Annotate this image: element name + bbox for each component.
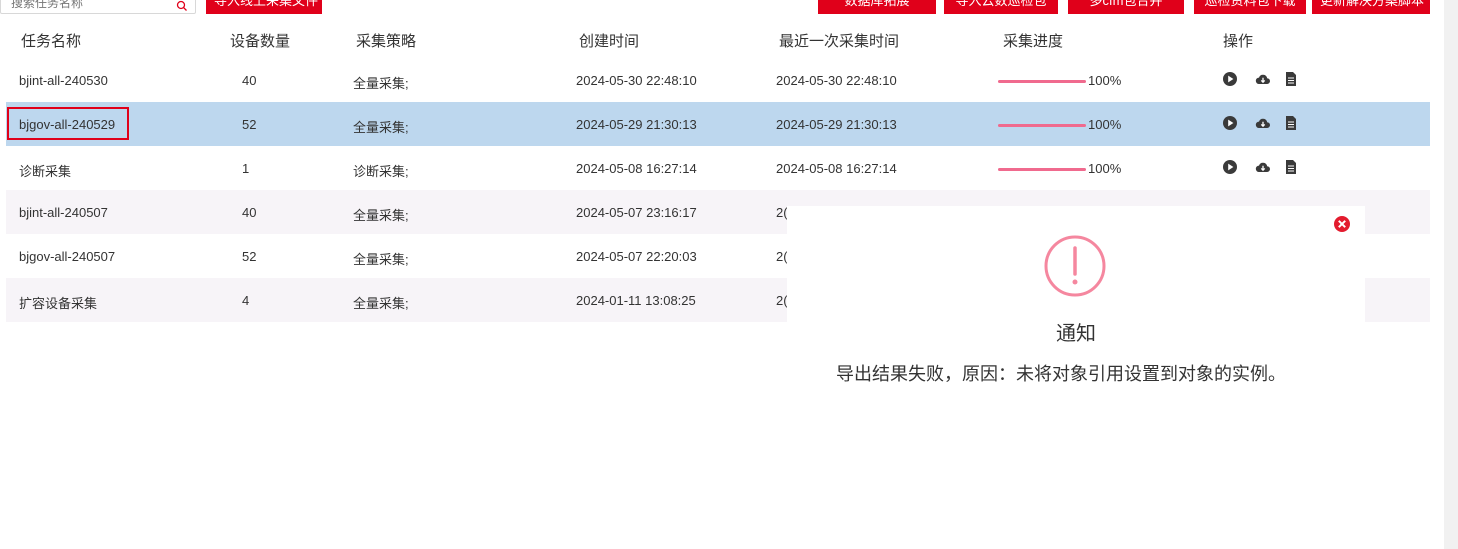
row-actions xyxy=(1222,159,1302,177)
cell-task-name: 诊断采集 xyxy=(19,164,72,179)
close-icon[interactable] xyxy=(1333,215,1351,233)
table-header: 任务名称 设备数量 采集策略 创建时间 最近一次采集时间 采集进度 操作 xyxy=(6,20,1430,58)
cell-created-time: 2024-05-08 16:27:14 xyxy=(576,161,697,176)
cell-device-count: 4 xyxy=(242,293,250,308)
header-created-time[interactable]: 创建时间 xyxy=(579,30,639,51)
cell-device-count: 1 xyxy=(242,161,250,176)
cell-last-collect-time: 2( xyxy=(776,293,788,308)
cell-strategy: 诊断采集; xyxy=(353,164,409,179)
toolbar: 导入线上采集文件 数据库拓展 导入云数巡检包 多cfm包合并 巡检资料包下载 更… xyxy=(0,0,1440,16)
search-box[interactable] xyxy=(0,0,196,14)
header-actions: 操作 xyxy=(1223,33,1254,50)
notification-title: 通知 xyxy=(1056,323,1096,345)
cell-created-time: 2024-05-07 22:20:03 xyxy=(576,249,697,264)
header-progress[interactable]: 采集进度 xyxy=(1003,30,1063,51)
play-icon[interactable] xyxy=(1222,71,1238,87)
scrollbar[interactable] xyxy=(1444,0,1458,549)
cell-created-time: 2024-05-30 22:48:10 xyxy=(576,73,697,88)
row-actions xyxy=(1222,115,1302,133)
database-extend-button[interactable]: 数据库拓展 xyxy=(818,0,936,14)
download-inspection-package-button[interactable]: 巡检资料包下载 xyxy=(1194,0,1306,14)
table-row[interactable]: 诊断采集 1 诊断采集; 2024-05-08 16:27:14 2024-05-08 … xyxy=(6,146,1430,190)
cell-task-name: 扩容设备采集 xyxy=(19,296,98,311)
import-cloud-inspection-button[interactable]: 导入云数巡检包 xyxy=(944,0,1058,14)
cell-created-time: 2024-01-11 13:08:25 xyxy=(576,293,696,308)
header-task-name[interactable]: 任务名称 xyxy=(21,30,81,51)
cloud-download-icon[interactable] xyxy=(1255,115,1271,131)
warning-icon xyxy=(1044,235,1106,297)
cell-last-collect-time: 2024-05-29 21:30:13 xyxy=(776,117,897,132)
progress-value: 100% xyxy=(1088,161,1122,176)
header-device-count[interactable]: 设备数量 xyxy=(230,30,290,51)
document-icon[interactable] xyxy=(1283,115,1299,131)
cell-created-time: 2024-05-29 21:30:13 xyxy=(576,117,697,132)
cell-device-count: 40 xyxy=(242,205,257,220)
document-icon[interactable] xyxy=(1283,71,1299,87)
cell-created-time: 2024-05-07 23:16:17 xyxy=(576,205,697,220)
cell-device-count: 52 xyxy=(242,117,257,132)
cell-last-collect-time: 2( xyxy=(776,249,788,264)
play-icon[interactable] xyxy=(1222,159,1238,175)
notification-message: 导出结果失败，原因：未将对象引用设置到对象的实例。 xyxy=(836,364,1286,384)
table-row[interactable]: bjgov-all-240529 52 全量采集; 2024-05-29 21:30:… xyxy=(6,102,1430,146)
update-solution-script-button[interactable]: 更新解决方案脚本 xyxy=(1312,0,1430,14)
header-strategy[interactable]: 采集策略 xyxy=(356,30,416,51)
cell-strategy: 全量采集; xyxy=(353,252,409,267)
merge-cfm-button[interactable]: 多cfm包合并 xyxy=(1068,0,1184,14)
cloud-download-icon[interactable] xyxy=(1255,159,1271,175)
header-last-collect-time[interactable]: 最近一次采集时间 xyxy=(779,30,899,51)
cell-strategy: 全量采集; xyxy=(353,208,409,223)
play-icon[interactable] xyxy=(1222,115,1238,131)
progress-value: 100% xyxy=(1088,73,1122,88)
document-icon[interactable] xyxy=(1283,159,1299,175)
cell-last-collect-time: 2024-05-08 16:27:14 xyxy=(776,161,897,176)
cell-task-name: bjint-all-240507 xyxy=(19,205,108,220)
cell-task-name: bjint-all-240530 xyxy=(19,73,108,88)
progress-bar xyxy=(998,124,1086,127)
search-input[interactable] xyxy=(9,0,173,13)
search-icon[interactable] xyxy=(176,0,188,12)
table-row[interactable]: bjint-all-240530 40 全量采集; 2024-05-30 22:48:… xyxy=(6,58,1430,102)
cell-last-collect-time: 2( xyxy=(776,205,788,220)
highlight-box xyxy=(7,107,129,140)
import-collect-file-button[interactable]: 导入线上采集文件 xyxy=(206,0,322,14)
cell-device-count: 40 xyxy=(242,73,257,88)
cell-last-collect-time: 2024-05-30 22:48:10 xyxy=(776,73,897,88)
cloud-download-icon[interactable] xyxy=(1255,71,1271,87)
cell-strategy: 全量采集; xyxy=(353,120,409,135)
progress-bar xyxy=(998,80,1086,83)
row-actions xyxy=(1222,71,1302,89)
notification-dialog: 通知 xyxy=(787,206,1365,349)
progress-value: 100% xyxy=(1088,117,1122,132)
cell-task-name: bjgov-all-240507 xyxy=(19,249,116,264)
progress-bar xyxy=(998,168,1086,171)
cell-strategy: 全量采集; xyxy=(353,296,409,311)
cell-strategy: 全量采集; xyxy=(353,76,409,91)
cell-device-count: 52 xyxy=(242,249,257,264)
